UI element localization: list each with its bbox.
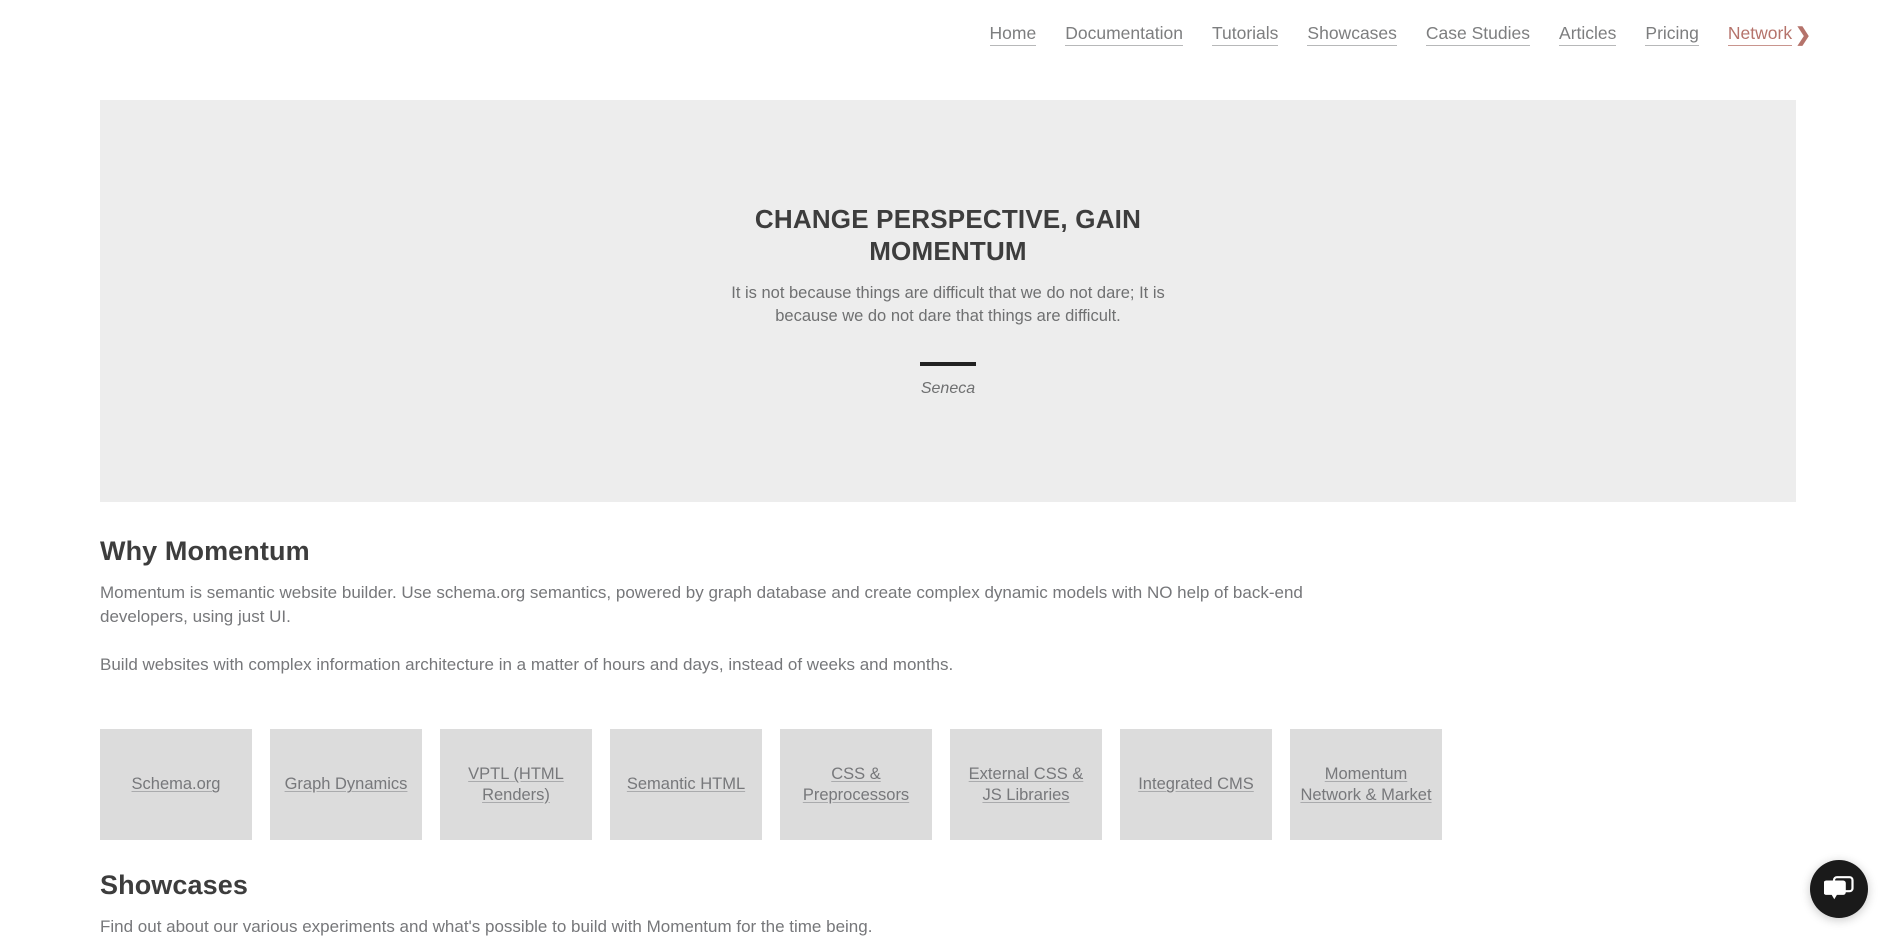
feature-box-label: Schema.org xyxy=(132,774,221,794)
chevron-right-icon: ❯ xyxy=(1795,26,1811,45)
showcases-title: Showcases xyxy=(100,870,1800,901)
why-momentum-section: Why Momentum Momentum is semantic websit… xyxy=(100,536,1800,677)
hero-divider xyxy=(920,362,976,366)
nav-item-home[interactable]: Home xyxy=(990,23,1037,46)
chat-bubbles-icon xyxy=(1824,876,1854,902)
feature-box-momentum-network-market[interactable]: Momentum Network & Market xyxy=(1290,729,1442,840)
feature-box-label: External CSS & JS Libraries xyxy=(958,764,1094,804)
why-momentum-title: Why Momentum xyxy=(100,536,1800,567)
feature-box-semantic-html[interactable]: Semantic HTML xyxy=(610,729,762,840)
hero-quote: It is not because things are difficult t… xyxy=(721,282,1176,327)
feature-box-graph-dynamics[interactable]: Graph Dynamics xyxy=(270,729,422,840)
nav-item-showcases[interactable]: Showcases xyxy=(1307,23,1397,46)
showcases-paragraph: Find out about our various experiments a… xyxy=(100,915,1340,939)
nav-item-network[interactable]: Network xyxy=(1728,23,1792,46)
hero-title: CHANGE PERSPECTIVE, GAIN MOMENTUM xyxy=(721,204,1176,268)
why-momentum-paragraph-1: Momentum is semantic website builder. Us… xyxy=(100,581,1340,629)
nav-item-tutorials[interactable]: Tutorials xyxy=(1212,23,1278,46)
top-navigation: Home Documentation Tutorials Showcases C… xyxy=(0,0,1896,68)
feature-box-vptl-html-renders[interactable]: VPTL (HTML Renders) xyxy=(440,729,592,840)
nav-list: Home Documentation Tutorials Showcases C… xyxy=(990,23,1811,46)
feature-box-integrated-cms[interactable]: Integrated CMS xyxy=(1120,729,1272,840)
chat-widget-button[interactable] xyxy=(1810,860,1868,918)
nav-item-articles[interactable]: Articles xyxy=(1559,23,1616,46)
feature-box-label: Graph Dynamics xyxy=(285,774,408,794)
feature-box-schema-org[interactable]: Schema.org xyxy=(100,729,252,840)
feature-box-label: VPTL (HTML Renders) xyxy=(448,764,584,804)
feature-box-label: Semantic HTML xyxy=(627,774,745,794)
feature-box-label: Momentum Network & Market xyxy=(1298,764,1434,804)
nav-item-network-wrapper: Network ❯ xyxy=(1728,23,1811,46)
nav-item-pricing[interactable]: Pricing xyxy=(1645,23,1699,46)
feature-box-external-css-js-libraries[interactable]: External CSS & JS Libraries xyxy=(950,729,1102,840)
why-momentum-paragraph-2: Build websites with complex information … xyxy=(100,653,1340,677)
nav-item-documentation[interactable]: Documentation xyxy=(1065,23,1183,46)
feature-box-list: Schema.org Graph Dynamics VPTL (HTML Ren… xyxy=(100,729,1442,840)
hero-quote-author: Seneca xyxy=(721,380,1176,398)
nav-item-case-studies[interactable]: Case Studies xyxy=(1426,23,1530,46)
showcases-section: Showcases Find out about our various exp… xyxy=(100,870,1800,939)
hero-banner: CHANGE PERSPECTIVE, GAIN MOMENTUM It is … xyxy=(100,100,1796,502)
hero-content: CHANGE PERSPECTIVE, GAIN MOMENTUM It is … xyxy=(721,204,1176,397)
feature-box-label: Integrated CMS xyxy=(1138,774,1254,794)
feature-box-label: CSS & Preprocessors xyxy=(788,764,924,804)
feature-box-css-preprocessors[interactable]: CSS & Preprocessors xyxy=(780,729,932,840)
